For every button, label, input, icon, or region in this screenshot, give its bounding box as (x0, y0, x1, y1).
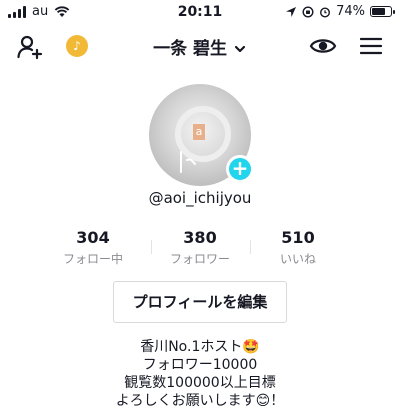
location-icon (286, 6, 297, 17)
profile-stats: 304 フォロー中 380 フォロワー 510 いいね (38, 228, 363, 268)
stat-following[interactable]: 304 フォロー中 (38, 228, 148, 267)
stat-value: 380 (183, 228, 217, 247)
status-bar: au 20:11 74% (0, 0, 400, 24)
profile-bio: 香川No.1ホスト🤩 フォロワー10000 観覧数100000以上目標 よろしく… (0, 338, 400, 410)
profile-handle: @aoi_ichijyou (148, 189, 252, 207)
add-avatar-button[interactable]: + (226, 155, 254, 183)
edit-profile-button[interactable]: プロフィールを編集 (113, 281, 287, 323)
menu-icon[interactable] (360, 36, 382, 56)
stat-value: 510 (281, 228, 315, 247)
battery-icon (370, 6, 395, 17)
orientation-lock-icon (302, 5, 314, 18)
stat-label: フォロワー (169, 252, 230, 266)
stat-followers[interactable]: 380 フォロワー (145, 228, 255, 267)
bio-line: フォロワー10000 (142, 357, 258, 373)
account-switcher[interactable]: 一条 碧生 (0, 34, 400, 59)
stat-value: 304 (76, 228, 110, 247)
account-name: 一条 碧生 (153, 39, 227, 59)
profile-header: ♪ 一条 碧生 (0, 28, 400, 64)
eye-icon[interactable] (309, 34, 337, 58)
battery-percent: 74% (336, 4, 365, 19)
stat-likes[interactable]: 510 いいね (243, 228, 353, 267)
avatar-label: a (193, 124, 205, 140)
alarm-icon (320, 6, 331, 18)
bio-line: 香川No.1ホスト🤩 (140, 339, 260, 355)
stat-label: フォロー中 (62, 252, 123, 266)
bio-line: 観覧数100000以上目標 (124, 375, 276, 391)
stat-label: いいね (279, 252, 316, 266)
status-right: 74% (285, 4, 395, 19)
avatar-scribble-graphic (180, 151, 196, 173)
chevron-down-icon (234, 45, 246, 53)
bio-line: よろしくお願いします😊！ (115, 393, 285, 409)
